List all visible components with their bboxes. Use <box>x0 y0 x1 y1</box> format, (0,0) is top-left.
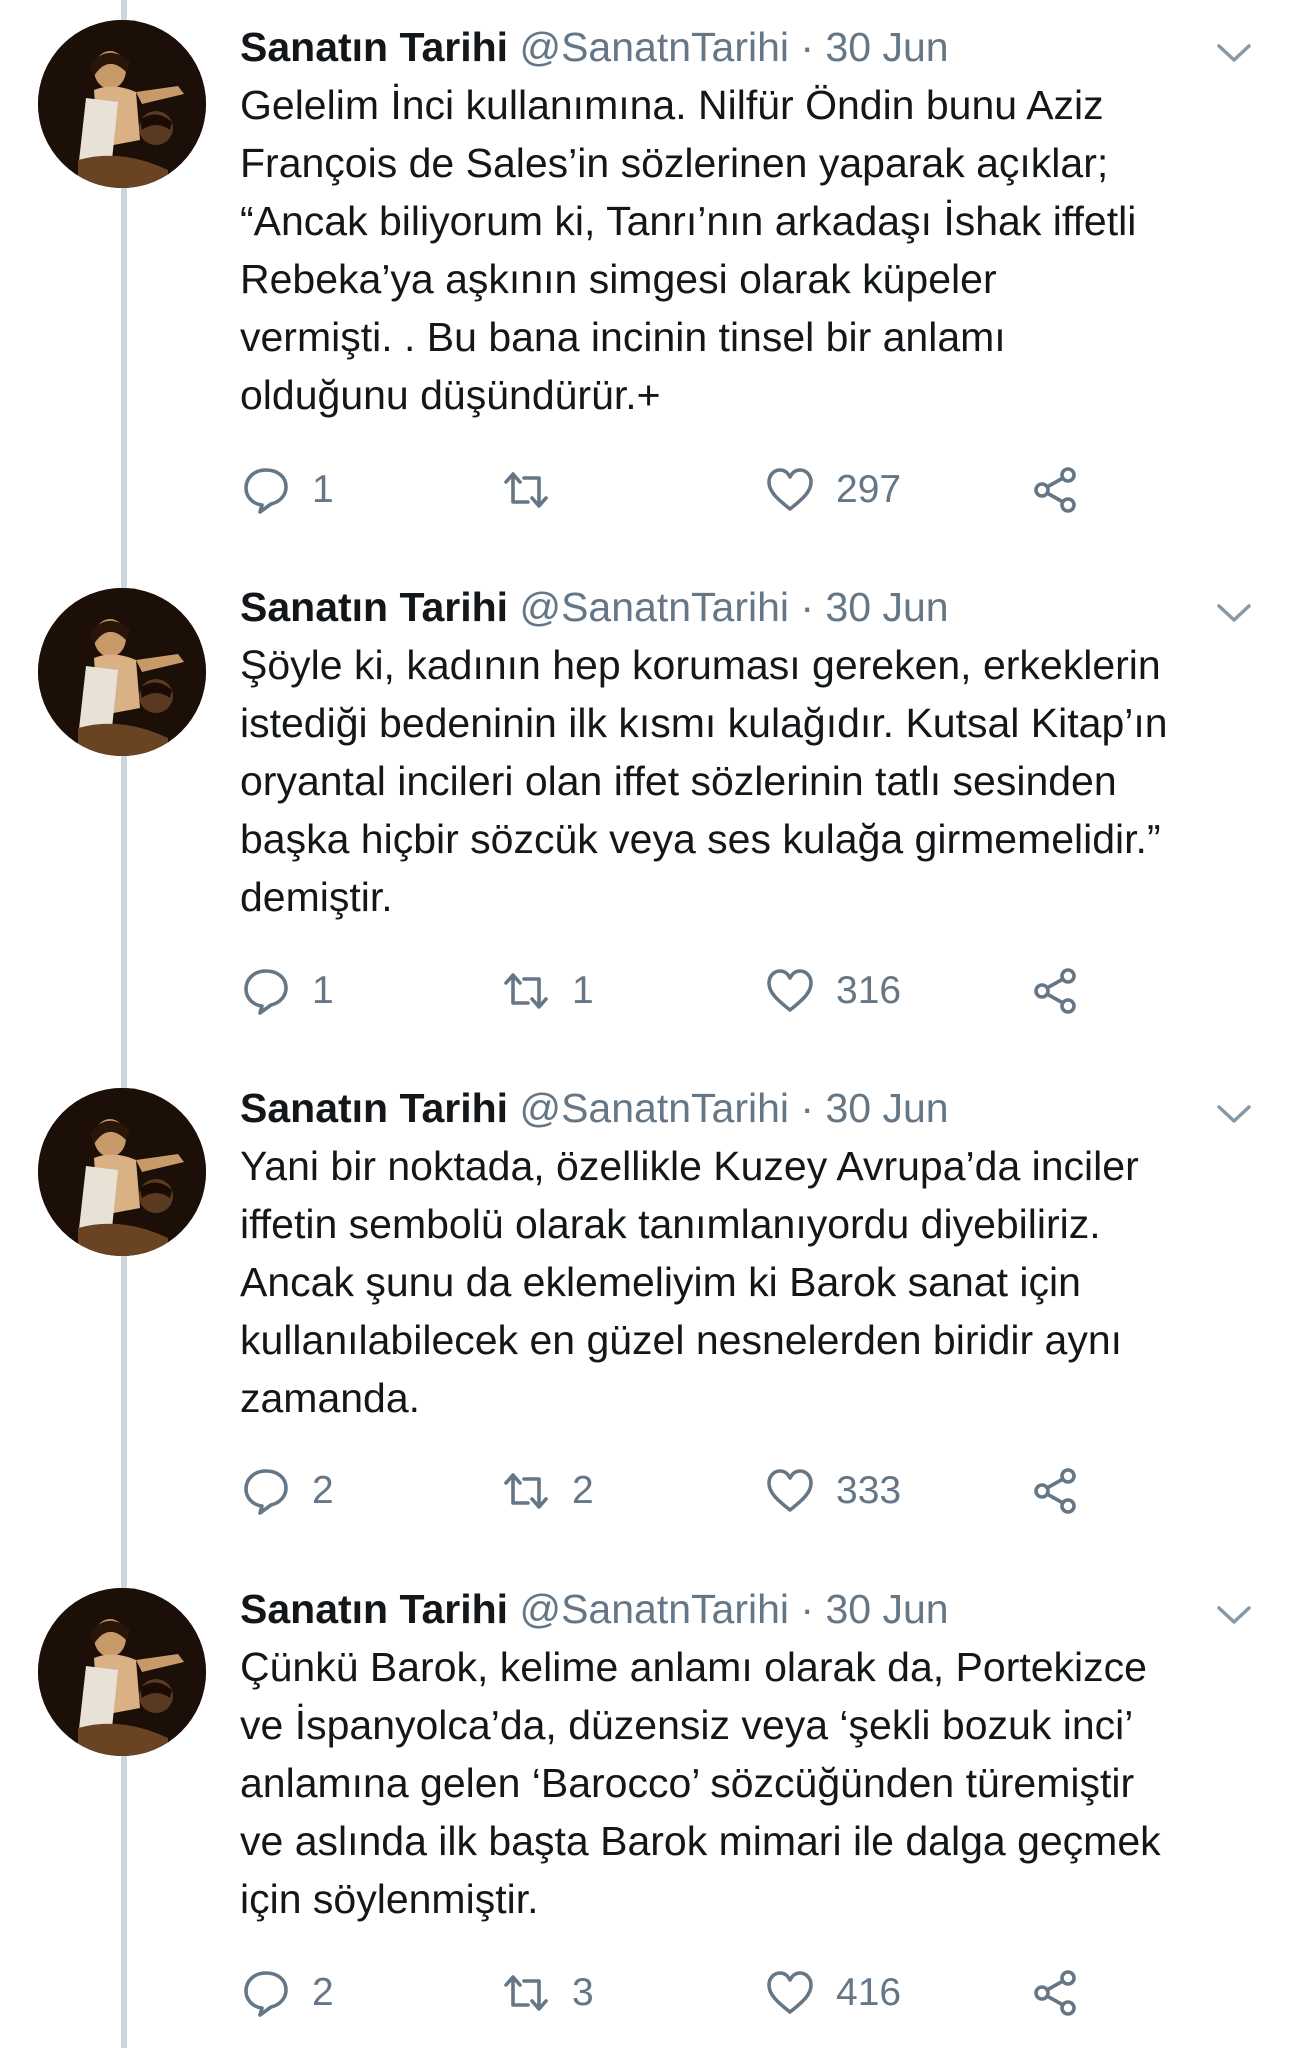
avatar-painting <box>38 588 206 756</box>
tweet-text-line: Şöyle ki, kadının hep koruması gereken, … <box>240 642 1161 688</box>
tweet-text-line: kullanılabilecek en güzel nesnelerden bi… <box>240 1317 1123 1363</box>
author-name[interactable]: Sanatın Tarihi <box>240 1085 508 1131</box>
tweet-text-line: istediği bedeninin ilk kısmı kulağıdır. … <box>240 700 1168 746</box>
like-count: 416 <box>836 1971 902 2014</box>
reply-button[interactable]: 2 <box>240 1461 334 1521</box>
tweet-date[interactable]: 30 Jun <box>825 1085 948 1131</box>
retweet-button[interactable]: 2 <box>500 1461 594 1521</box>
heart-icon <box>767 969 813 1012</box>
separator: · <box>800 584 815 630</box>
tweet-text-line: için söylenmiştir. <box>240 1876 539 1922</box>
author-handle[interactable]: @SanatnTarihi <box>519 584 789 630</box>
tweet-text-line: oryantal incileri olan iffet sözlerinin … <box>240 758 1117 804</box>
tweet-text-line: Çünkü Barok, kelime anlamı olarak da, Po… <box>240 1644 1147 1690</box>
author-name[interactable]: Sanatın Tarihi <box>240 1586 508 1632</box>
avatar[interactable] <box>38 1088 206 1256</box>
like-button[interactable]: 416 <box>764 1963 901 2023</box>
reply-count: 2 <box>312 1469 334 1512</box>
tweet-text-line: zamanda. <box>240 1375 421 1421</box>
share-button[interactable] <box>1030 1461 1082 1521</box>
author-handle[interactable]: @SanatnTarihi <box>519 1586 789 1632</box>
tweet-date[interactable]: 30 Jun <box>825 1586 948 1632</box>
heart-icon <box>767 1469 813 1512</box>
retweet-icon <box>504 1473 548 1509</box>
chevron-down-icon[interactable] <box>1216 1103 1252 1125</box>
reply-button[interactable]: 2 <box>240 1963 334 2023</box>
reply-count: 2 <box>312 1971 334 2014</box>
tweet-text-line: ve aslında ilk başta Barok mimari ile da… <box>240 1818 1161 1864</box>
retweet-count: 2 <box>572 1469 594 1512</box>
tweet-text: Şöyle ki, kadının hep koruması gereken, … <box>240 636 1250 926</box>
author-handle[interactable]: @SanatnTarihi <box>519 1085 789 1131</box>
tweet-actions: 1 1 316 <box>240 961 1140 1021</box>
share-button[interactable] <box>1030 1963 1082 2023</box>
tweet-text-line: ve İspanyolca’da, düzensiz veya ‘şekli b… <box>240 1702 1134 1748</box>
share-icon <box>1034 1970 1076 2016</box>
tweet-date[interactable]: 30 Jun <box>825 584 948 630</box>
tweet-header: Sanatın Tarihi @SanatnTarihi · 30 Jun <box>240 1083 1250 1133</box>
chevron-down-icon[interactable] <box>1216 602 1252 624</box>
tweet-text-line: başka hiçbir sözcük veya ses kulağa girm… <box>240 816 1161 862</box>
tweet-header: Sanatın Tarihi @SanatnTarihi · 30 Jun <box>240 582 1250 632</box>
separator: · <box>800 1085 815 1131</box>
reply-button[interactable]: 1 <box>240 961 334 1021</box>
heart-icon <box>767 1971 813 2014</box>
tweet-text: Yani bir noktada, özellikle Kuzey Avrupa… <box>240 1137 1250 1427</box>
tweet-text-line: iffetin sembolü olarak tanımlanıyordu di… <box>240 1201 1101 1247</box>
tweet-actions: 2 2 333 <box>240 1461 1140 1521</box>
tweet-text-line: Ancak şunu da eklemeliyim ki Barok sanat… <box>240 1259 1081 1305</box>
tweet-header: Sanatın Tarihi @SanatnTarihi · 30 Jun <box>240 1584 1250 1634</box>
reply-icon <box>244 969 288 1015</box>
avatar[interactable] <box>38 1588 206 1756</box>
share-icon <box>1034 968 1076 1014</box>
separator: · <box>800 1586 815 1632</box>
reply-icon <box>244 1971 288 2017</box>
tweet-text-line: anlamına gelen ‘Barocco’ sözcüğünden tür… <box>240 1760 1135 1806</box>
like-count: 316 <box>836 969 902 1012</box>
tweet[interactable]: Sanatın Tarihi @SanatnTarihi · 30 Jun Çü… <box>0 0 1295 2017</box>
share-icon <box>1034 1468 1076 1514</box>
retweet-icon <box>504 1975 548 2011</box>
avatar-painting <box>38 1088 206 1256</box>
like-button[interactable]: 333 <box>764 1461 901 1521</box>
reply-count: 1 <box>312 969 334 1012</box>
reply-icon <box>244 1469 288 1515</box>
like-button[interactable]: 316 <box>764 961 901 1021</box>
avatar[interactable] <box>38 588 206 756</box>
chevron-down-icon[interactable] <box>1216 1604 1252 1626</box>
avatar-painting <box>38 1588 206 1756</box>
retweet-count: 3 <box>572 1971 594 2014</box>
retweet-button[interactable]: 1 <box>500 961 594 1021</box>
like-count: 333 <box>836 1469 902 1512</box>
share-button[interactable] <box>1030 961 1082 1021</box>
tweet-actions: 2 3 416 <box>240 1963 1140 2023</box>
tweet-text-line: Yani bir noktada, özellikle Kuzey Avrupa… <box>240 1143 1139 1189</box>
retweet-count: 1 <box>572 969 594 1012</box>
retweet-icon <box>504 973 548 1009</box>
tweet-text-line: demiştir. <box>240 874 393 920</box>
tweet-text: Çünkü Barok, kelime anlamı olarak da, Po… <box>240 1638 1250 1928</box>
retweet-button[interactable]: 3 <box>500 1963 594 2023</box>
author-name[interactable]: Sanatın Tarihi <box>240 584 508 630</box>
